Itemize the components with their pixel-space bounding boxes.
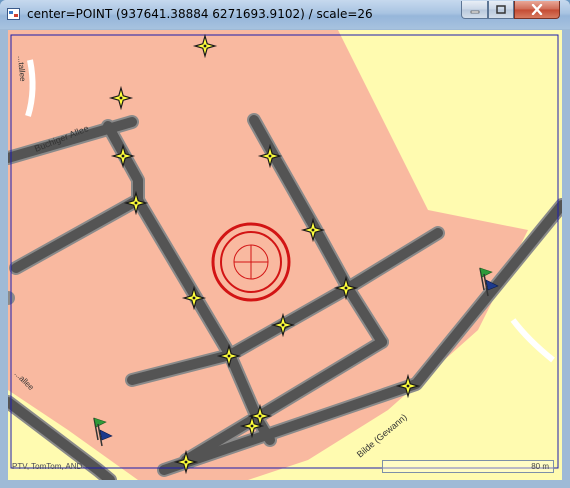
app-window: center=POINT (937641.38884 6271693.9102)… bbox=[0, 0, 570, 488]
title-bar[interactable]: center=POINT (937641.38884 6271693.9102)… bbox=[0, 0, 570, 29]
scale-label: 80 m bbox=[531, 462, 549, 471]
maximize-icon bbox=[496, 4, 506, 14]
close-button[interactable] bbox=[514, 1, 560, 19]
scale-bar: 80 m bbox=[382, 460, 554, 473]
app-icon bbox=[7, 8, 20, 20]
map-attribution: PTV, TomTom, AND bbox=[12, 462, 83, 471]
map-viewport[interactable]: Buchiger Allee Bilde (Gewann) ...tallee … bbox=[8, 30, 562, 480]
minimize-icon bbox=[470, 10, 479, 13]
maximize-button[interactable] bbox=[488, 1, 514, 19]
close-icon bbox=[531, 4, 543, 15]
map-canvas[interactable]: Buchiger Allee Bilde (Gewann) ...tallee … bbox=[8, 30, 562, 480]
window-title: center=POINT (937641.38884 6271693.9102)… bbox=[27, 7, 373, 21]
minimize-button[interactable] bbox=[461, 1, 488, 19]
